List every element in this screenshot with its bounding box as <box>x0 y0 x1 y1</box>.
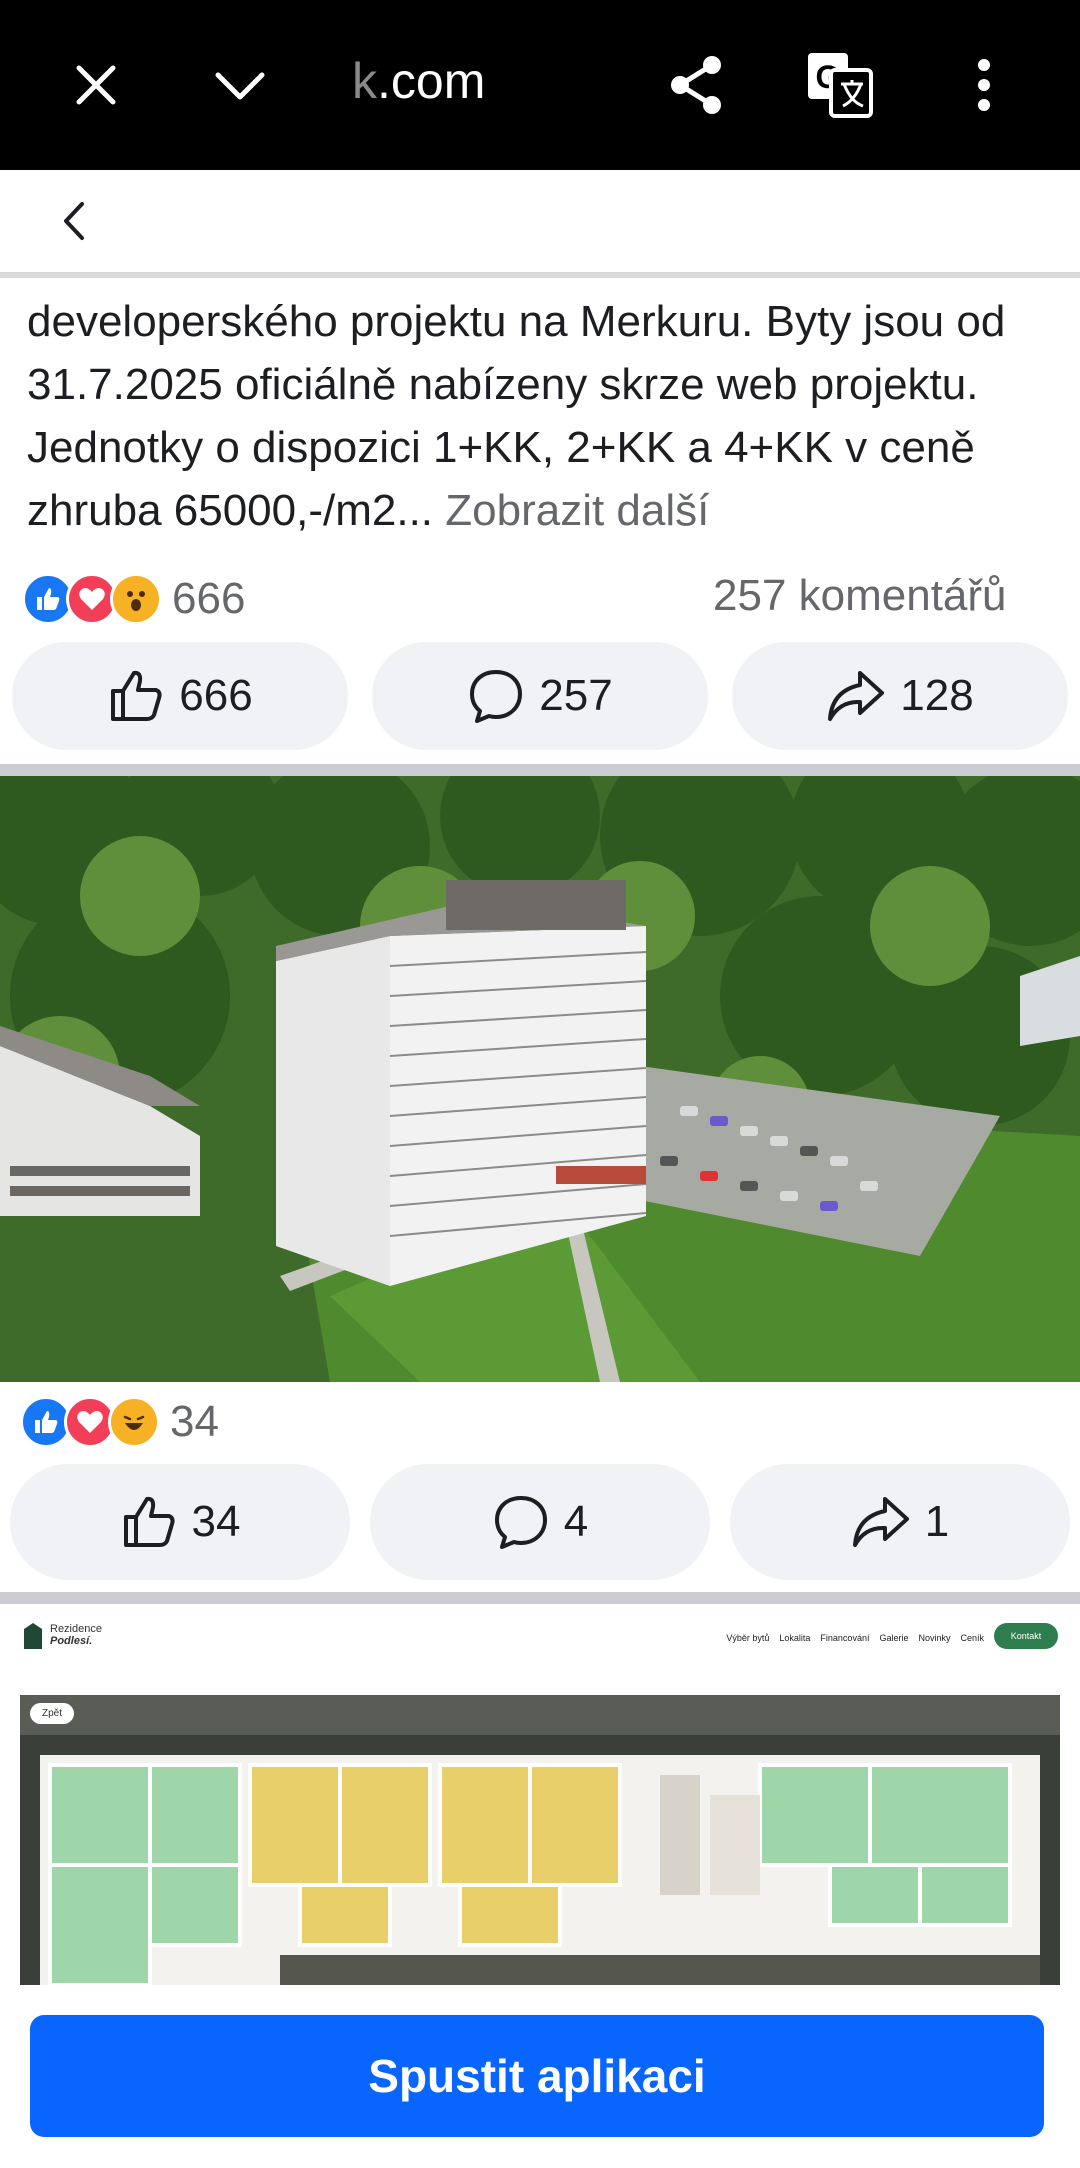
close-icon[interactable] <box>56 45 136 125</box>
page-header <box>0 170 1080 278</box>
cta-area: Spustit aplikaci <box>0 1985 1080 2168</box>
share-count: 128 <box>900 671 974 720</box>
website-contact-button: Kontakt <box>994 1623 1058 1649</box>
like-button-2[interactable]: 34 <box>10 1464 350 1580</box>
comment-count: 4 <box>563 1497 589 1546</box>
reaction-count: 34 <box>170 1397 219 1446</box>
section-divider <box>0 764 1080 776</box>
reaction-summary-2[interactable]: 34 <box>20 1394 219 1450</box>
open-app-button[interactable]: Spustit aplikaci <box>30 2015 1044 2137</box>
comments-summary[interactable]: 257 komentářů <box>713 571 1007 621</box>
nav-link: Galerie <box>879 1633 909 1643</box>
comment-bubble-icon <box>494 1496 547 1549</box>
comment-button[interactable]: 257 <box>372 642 708 750</box>
reaction-count: 666 <box>172 574 246 623</box>
like-button[interactable]: 666 <box>12 642 348 750</box>
nav-link: Financování <box>820 1633 870 1643</box>
comment-button-2[interactable]: 4 <box>370 1464 710 1580</box>
section-divider <box>0 1592 1080 1604</box>
website-nav: Rezidence Podlesí. Výběr bytů Lokalita Fi… <box>0 1621 1080 1661</box>
share-icon[interactable] <box>656 45 736 125</box>
website-brand: Rezidence Podlesí. <box>50 1623 102 1647</box>
url-faded: k <box>352 53 377 109</box>
thumbs-up-icon <box>123 1496 175 1547</box>
reaction-summary[interactable]: 666 <box>22 571 245 627</box>
share-arrow-icon <box>828 671 885 721</box>
share-button[interactable]: 128 <box>732 642 1068 750</box>
brand-line-1: Rezidence <box>50 1623 102 1635</box>
translate-icon[interactable]: G <box>800 45 880 125</box>
nav-link: Ceník <box>960 1633 984 1643</box>
like-count: 34 <box>191 1497 241 1546</box>
share-button-2[interactable]: 1 <box>730 1464 1070 1580</box>
nav-link: Výběr bytů <box>726 1633 770 1643</box>
thumbs-up-icon <box>111 670 162 721</box>
floor-plan-image <box>20 1695 1060 1985</box>
post-body-text: developerského projektu na Merkuru. Byty… <box>27 290 1057 542</box>
wow-reaction-icon <box>110 573 162 625</box>
back-arrow-icon[interactable] <box>50 196 100 246</box>
like-count: 666 <box>179 671 253 720</box>
comment-bubble-icon <box>470 670 523 723</box>
haha-reaction-icon <box>108 1396 160 1448</box>
chevron-down-icon[interactable] <box>200 45 280 125</box>
post-photo-website[interactable]: Rezidence Podlesí. Výběr bytů Lokalita Fi… <box>0 1605 1080 1985</box>
share-arrow-icon <box>852 1497 909 1547</box>
nav-link: Lokalita <box>779 1633 811 1643</box>
website-back-button: Zpět <box>30 1703 75 1724</box>
share-count: 1 <box>924 1497 950 1546</box>
post-photo-building[interactable] <box>0 776 1080 1382</box>
url-text[interactable]: k.com <box>352 52 485 110</box>
nav-link: Novinky <box>918 1633 951 1643</box>
url-domain: .com <box>377 53 486 109</box>
comment-count: 257 <box>539 671 613 720</box>
building-logo-icon <box>24 1623 42 1649</box>
website-nav-links: Výběr bytů Lokalita Financování Galerie … <box>726 1633 984 1643</box>
more-vertical-icon[interactable] <box>944 45 1024 125</box>
browser-toolbar: k.com G <box>0 0 1080 170</box>
brand-line-2: Podlesí. <box>50 1635 93 1647</box>
see-more-link[interactable]: Zobrazit další <box>445 486 709 535</box>
